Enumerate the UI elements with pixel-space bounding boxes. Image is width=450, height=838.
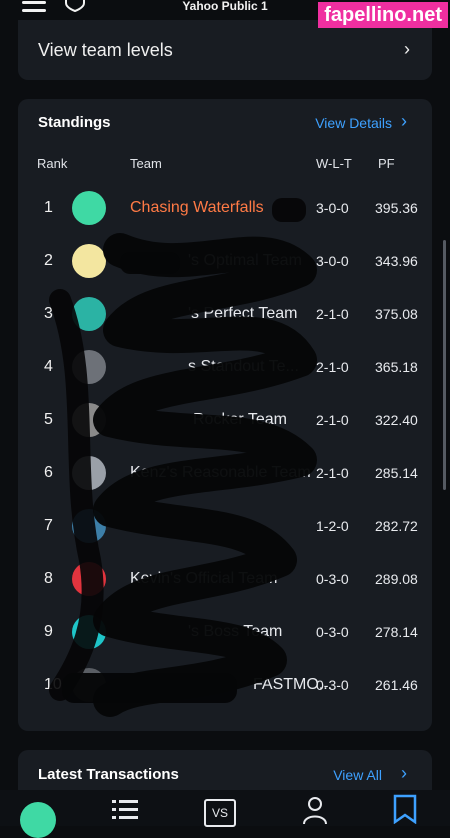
row-rank: 10	[44, 676, 62, 693]
watermark: fapellino.net	[318, 2, 448, 28]
row-team-name: 's Boss Team	[188, 623, 283, 640]
standings-row[interactable]: 1 Chasing Waterfalls 3-0-0 395.36	[18, 183, 432, 236]
standings-title: Standings	[38, 114, 111, 131]
row-team-name: s Standout Te...	[188, 358, 299, 375]
team-logo-icon	[72, 562, 106, 596]
row-team-name: Kenz's Reasonable Team	[130, 464, 311, 481]
row-points-for: 282.72	[375, 518, 418, 534]
row-points-for: 289.08	[375, 571, 418, 587]
row-rank: 3	[44, 305, 53, 322]
row-points-for: 285.14	[375, 465, 418, 481]
row-rank: 7	[44, 517, 53, 534]
team-logo-icon	[72, 668, 106, 702]
row-points-for: 322.40	[375, 412, 418, 428]
row-wlt: 2-1-0	[316, 465, 349, 481]
row-wlt: 3-0-0	[316, 200, 349, 216]
scrollbar[interactable]	[443, 240, 446, 490]
row-team-name: Kevin's Official Team	[130, 570, 278, 587]
column-header-wlt: W-L-T	[316, 156, 352, 171]
row-points-for: 261.46	[375, 677, 418, 693]
row-rank: 6	[44, 464, 53, 481]
standings-row[interactable]: 6 Kenz's Reasonable Team 2-1-0 285.14	[18, 448, 432, 501]
row-points-for: 278.14	[375, 624, 418, 640]
row-points-for: 365.18	[375, 359, 418, 375]
row-wlt: 2-1-0	[316, 412, 349, 428]
row-team-name: 's Perfect Team	[188, 305, 298, 322]
bottom-nav: VS	[0, 790, 450, 838]
latest-transactions-title: Latest Transactions	[38, 766, 179, 783]
list-icon[interactable]	[110, 794, 140, 822]
row-team-name: Chasing Waterfalls	[130, 199, 264, 216]
view-details-link[interactable]: View Details	[315, 115, 392, 131]
standings-row[interactable]: 9 's Boss Team 0-3-0 278.14	[18, 607, 432, 660]
team-logo-icon	[72, 403, 106, 437]
matchup-icon[interactable]: VS	[204, 799, 236, 827]
column-header-team: Team	[130, 156, 162, 171]
row-rank: 1	[44, 199, 53, 216]
standings-row[interactable]: 2 's Optimal Team 3-0-0 343.96	[18, 236, 432, 289]
row-wlt: 0-3-0	[316, 571, 349, 587]
column-header-pf: PF	[378, 156, 395, 171]
team-logo-icon	[72, 350, 106, 384]
standings-row[interactable]: 10 FASTMO... 0-3-0 261.46	[18, 660, 432, 713]
row-rank: 8	[44, 570, 53, 587]
row-wlt: 1-2-0	[316, 518, 349, 534]
team-logo-icon	[72, 297, 106, 331]
standings-row[interactable]: 8 Kevin's Official Team 0-3-0 289.08	[18, 554, 432, 607]
team-logo-icon	[72, 456, 106, 490]
row-points-for: 375.08	[375, 306, 418, 322]
team-avatar-icon[interactable]	[20, 802, 56, 838]
chevron-right-icon[interactable]: ›	[401, 763, 407, 784]
column-header-rank: Rank	[37, 156, 68, 171]
standings-card: Standings View Details › Rank Team W-L-T…	[18, 99, 432, 731]
row-wlt: 0-3-0	[316, 624, 349, 640]
standings-row[interactable]: 4 s Standout Te... 2-1-0 365.18	[18, 342, 432, 395]
row-points-for: 395.36	[375, 200, 418, 216]
row-team-name: Rocker Team	[193, 411, 287, 428]
standings-row[interactable]: 7 1-2-0 282.72	[18, 501, 432, 554]
row-wlt: 2-1-0	[316, 306, 349, 322]
row-rank: 5	[44, 411, 53, 428]
chevron-right-icon: ›	[404, 39, 410, 59]
row-points-for: 343.96	[375, 253, 418, 269]
team-logo-icon	[72, 615, 106, 649]
team-logo-icon	[72, 244, 106, 278]
chevron-right-icon[interactable]: ›	[401, 111, 407, 132]
row-rank: 9	[44, 623, 53, 640]
row-wlt: 3-0-0	[316, 253, 349, 269]
players-icon[interactable]	[300, 794, 330, 824]
row-wlt: 0-3-0	[316, 677, 349, 693]
row-rank: 4	[44, 358, 53, 375]
standings-row[interactable]: 3 's Perfect Team 2-1-0 375.08	[18, 289, 432, 342]
bookmark-icon[interactable]	[392, 794, 418, 824]
team-logo-icon	[72, 191, 106, 225]
team-logo-icon	[72, 509, 106, 543]
row-team-name: 's Optimal Team	[188, 252, 302, 269]
view-all-link[interactable]: View All	[333, 767, 382, 783]
view-team-levels-label: View team levels	[38, 40, 173, 60]
row-wlt: 2-1-0	[316, 359, 349, 375]
row-rank: 2	[44, 252, 53, 269]
standings-row[interactable]: 5 Rocker Team 2-1-0 322.40	[18, 395, 432, 448]
